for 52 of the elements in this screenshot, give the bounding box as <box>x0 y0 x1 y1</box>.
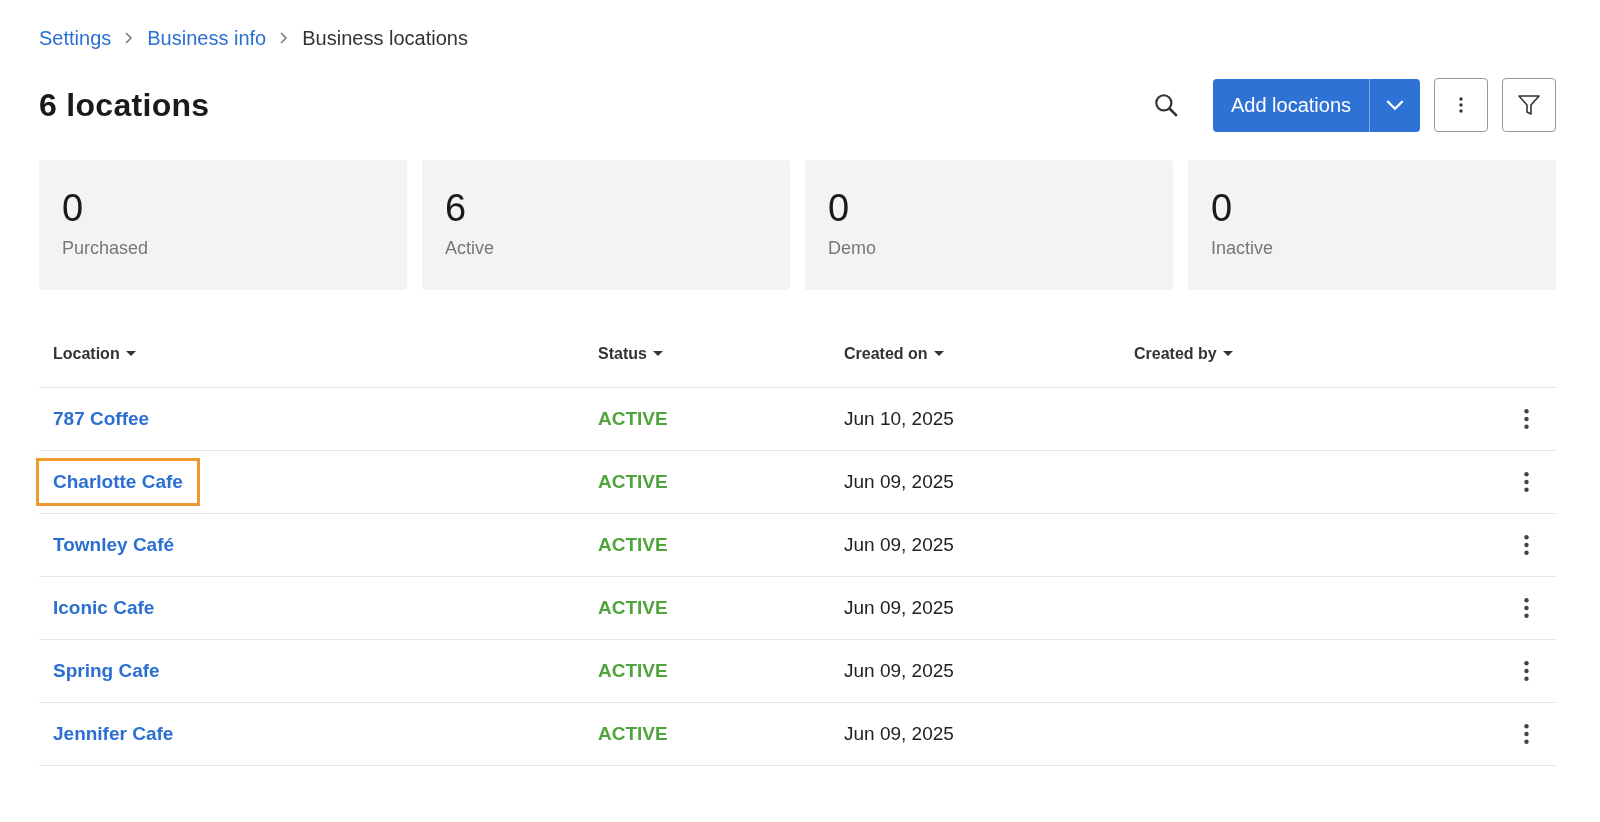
status-label: ACTIVE <box>598 597 668 619</box>
more-options-button[interactable] <box>1434 78 1488 132</box>
stat-value: 0 <box>1211 188 1234 228</box>
stat-label: Active <box>445 238 496 259</box>
location-link[interactable]: Iconic Cafe <box>39 587 169 629</box>
breadcrumb-current: Business locations <box>302 26 468 50</box>
column-header[interactable]: Status <box>584 320 830 388</box>
filter-icon <box>1517 93 1541 117</box>
stat-value: 0 <box>828 188 851 228</box>
status-label: ACTIVE <box>598 534 668 556</box>
stat-label: Purchased <box>62 238 150 259</box>
chevron-right-icon <box>125 32 134 44</box>
more-icon[interactable] <box>1523 661 1529 681</box>
location-link[interactable]: Jennifer Cafe <box>39 713 188 755</box>
page-title: 6 locations <box>39 86 211 124</box>
sort-caret-icon <box>652 351 663 356</box>
sort-caret-icon <box>125 351 136 356</box>
created-date: Jun 09, 2025 <box>844 471 954 493</box>
sort-caret-icon <box>933 351 944 356</box>
stat-value: 6 <box>445 188 468 228</box>
more-icon[interactable] <box>1523 724 1529 744</box>
column-header[interactable]: Created by <box>1120 320 1496 388</box>
more-icon[interactable] <box>1523 598 1529 618</box>
location-link[interactable]: Spring Cafe <box>39 650 174 692</box>
stat-label: Inactive <box>1211 238 1275 259</box>
created-date: Jun 10, 2025 <box>844 408 954 430</box>
breadcrumb-link[interactable]: Settings <box>39 26 112 50</box>
created-date: Jun 09, 2025 <box>844 723 954 745</box>
created-date: Jun 09, 2025 <box>844 660 954 682</box>
status-label: ACTIVE <box>598 660 668 682</box>
stat-label: Demo <box>828 238 877 259</box>
search-icon[interactable] <box>1152 92 1179 118</box>
sort-caret-icon <box>1222 351 1233 356</box>
column-header[interactable]: Created on <box>830 320 1120 388</box>
breadcrumb-link[interactable]: Business info <box>147 26 267 50</box>
more-icon[interactable] <box>1523 535 1529 555</box>
more-icon <box>1459 97 1463 113</box>
location-link[interactable]: Townley Café <box>39 524 189 566</box>
chevron-right-icon <box>280 32 289 44</box>
status-label: ACTIVE <box>598 723 668 745</box>
more-icon[interactable] <box>1523 472 1529 492</box>
more-icon[interactable] <box>1523 409 1529 429</box>
stat-value: 0 <box>62 188 85 228</box>
location-link[interactable]: Charlotte Cafe <box>39 461 197 503</box>
status-label: ACTIVE <box>598 471 668 493</box>
column-header[interactable]: Location <box>39 320 584 388</box>
created-date: Jun 09, 2025 <box>844 534 954 556</box>
filter-button[interactable] <box>1502 78 1556 132</box>
created-date: Jun 09, 2025 <box>844 597 954 619</box>
status-label: ACTIVE <box>598 408 668 430</box>
location-link[interactable]: 787 Coffee <box>39 398 164 440</box>
chevron-down-icon <box>1386 99 1404 111</box>
